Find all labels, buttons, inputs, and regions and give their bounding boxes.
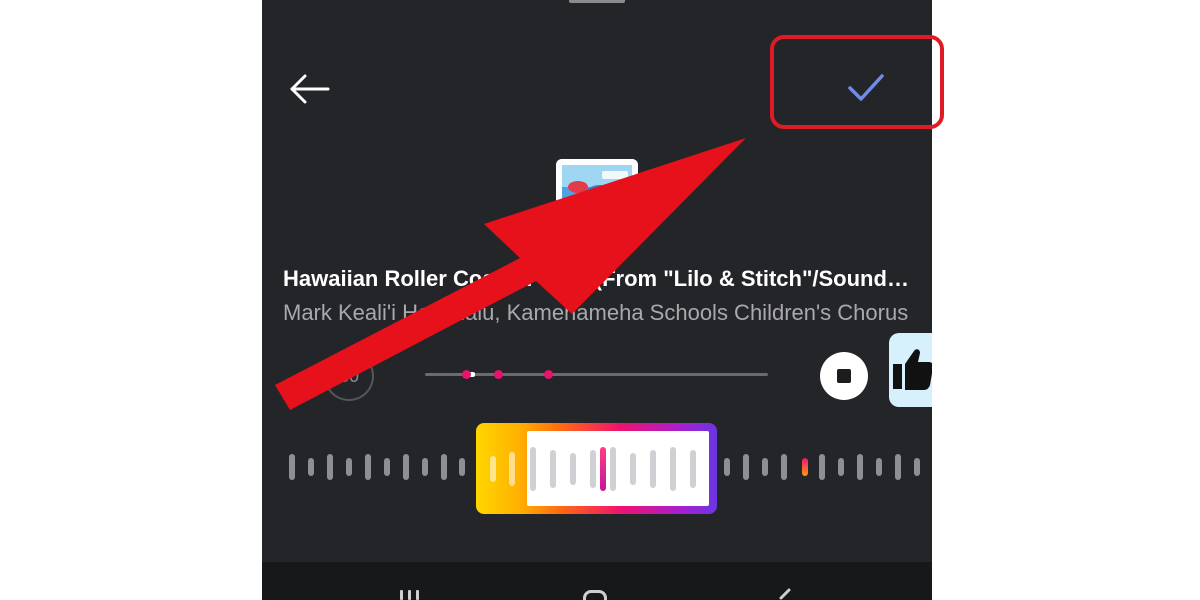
waveform-bar [441,454,447,480]
waveform-bar [346,458,352,476]
waveform-bar [630,453,636,485]
duration-selector-button[interactable]: 30 [324,351,374,401]
reaction-button[interactable] [889,333,932,407]
waveform-bar [876,458,882,476]
phone-screen: Hawaiian Roller Coaster Ride (From "Lilo… [262,0,932,600]
album-art [556,159,638,241]
waveform-bar [422,458,428,476]
clip-selection-handle[interactable] [476,423,717,514]
seek-marker [462,370,471,379]
waveform-bar [403,454,409,480]
waveform-bar [670,447,676,491]
song-artist: Mark Keali'i Ho'omalu, Kamehameha School… [283,300,909,325]
home-icon[interactable] [583,590,607,600]
audio-waveform[interactable] [262,420,932,520]
waveform-bar [289,454,295,480]
seek-marker [494,370,503,379]
waveform-bar [459,458,465,476]
seek-marker [544,370,553,379]
waveform-bar [857,454,863,480]
recents-icon[interactable] [400,590,422,600]
stop-button[interactable] [820,352,868,400]
waveform-bar [327,454,333,480]
waveform-bar [365,454,371,480]
waveform-bar [308,458,314,476]
waveform-bar [690,450,696,488]
waveform-bar [914,458,920,476]
thumbs-up-icon [893,349,932,390]
waveform-bar [490,456,496,482]
nav-back-icon[interactable] [775,588,795,600]
waveform-bar [762,458,768,476]
waveform-marker [802,458,808,476]
back-button[interactable] [286,68,334,110]
waveform-bar [819,454,825,480]
waveform-bar [590,450,596,488]
arrow-left-icon [290,74,330,104]
song-title: Hawaiian Roller Coaster Ride (From "Lilo… [283,266,913,291]
system-navigation-bar [262,562,932,600]
waveform-bar [895,454,901,480]
waveform-bar [570,453,576,485]
status-indicator [569,0,625,3]
clip-playhead [600,447,606,491]
waveform-bar [509,452,515,486]
waveform-bar [781,454,787,480]
waveform-bar [610,447,616,491]
duration-label: 30 [338,365,360,386]
waveform-bar [743,454,749,480]
album-cover-image [556,159,638,241]
done-button[interactable] [838,64,894,112]
waveform-bar [650,450,656,488]
seek-bar[interactable] [425,370,768,379]
selected-clip-region [527,431,709,506]
waveform-bar [838,458,844,476]
waveform-bar [550,450,556,488]
stop-icon [837,369,851,383]
waveform-bar [384,458,390,476]
waveform-bar [530,447,536,491]
checkmark-icon [848,74,884,101]
waveform-bar [724,458,730,476]
